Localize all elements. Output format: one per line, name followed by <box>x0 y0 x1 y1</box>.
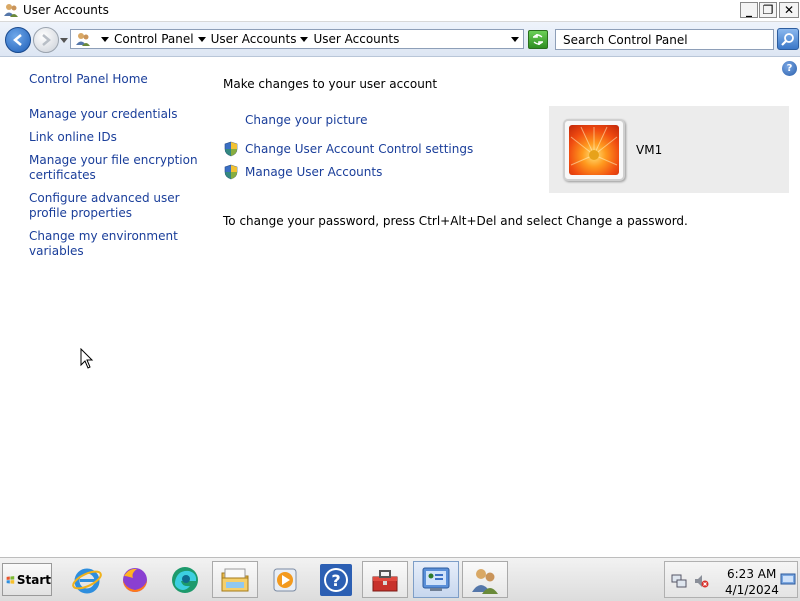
breadcrumb: Control Panel User Accounts User Account… <box>97 32 399 46</box>
sidebar: Control Panel Home Manage your credentia… <box>29 72 204 267</box>
sidebar-item-encryption-certificates[interactable]: Manage your file encryption certificates <box>29 153 204 183</box>
breadcrumb-user-accounts[interactable]: User Accounts <box>211 32 297 46</box>
recent-pages-dropdown[interactable] <box>60 36 68 44</box>
help-support-icon: ? <box>320 563 352 596</box>
clock-time[interactable]: 6:23 AM <box>727 567 776 581</box>
user-account-tile: VM1 <box>549 106 789 193</box>
shield-icon <box>224 141 238 157</box>
svg-text:?: ? <box>331 571 340 590</box>
control-panel-icon <box>76 33 90 46</box>
navigation-bar: Control Panel User Accounts User Account… <box>0 22 800 57</box>
system-tray: 6:23 AM 4/1/2024 <box>664 561 798 598</box>
refresh-icon <box>533 34 543 45</box>
chevron-down-icon[interactable] <box>101 36 109 42</box>
taskbar-firefox[interactable] <box>112 561 158 598</box>
uac-settings-label: Change User Account Control settings <box>245 142 474 156</box>
help-icon: ? <box>786 63 793 74</box>
taskbar-internet-explorer[interactable] <box>64 561 110 598</box>
refresh-button[interactable] <box>528 30 548 49</box>
internet-explorer-icon <box>72 568 102 593</box>
minimize-button[interactable]: _ <box>740 2 758 18</box>
clock-date[interactable]: 4/1/2024 <box>725 583 779 597</box>
taskbar: Start ? 6:23 AM 4/1/2024 <box>0 557 800 601</box>
sidebar-item-link-online-ids[interactable]: Link online IDs <box>29 130 204 145</box>
change-picture-label: Change your picture <box>245 113 368 127</box>
user-name: VM1 <box>636 143 663 157</box>
sidebar-item-advanced-profile[interactable]: Configure advanced user profile properti… <box>29 191 204 221</box>
chevron-down-icon[interactable] <box>197 36 206 42</box>
manage-accounts-link[interactable]: Manage User Accounts <box>223 164 382 180</box>
window-title: User Accounts <box>23 3 109 17</box>
flower-picture-icon <box>569 125 619 175</box>
close-icon: ✕ <box>783 3 795 17</box>
close-button[interactable]: ✕ <box>779 2 799 18</box>
user-accounts-icon <box>4 4 18 17</box>
manage-accounts-label: Manage User Accounts <box>245 165 383 179</box>
control-panel-icon <box>422 567 450 591</box>
mouse-cursor-icon <box>80 348 94 369</box>
address-history-dropdown[interactable] <box>511 37 519 42</box>
network-icon[interactable] <box>671 573 687 589</box>
shield-icon <box>224 164 238 180</box>
page-title: Make changes to your user account <box>223 77 438 91</box>
show-desktop-icon[interactable] <box>780 571 796 587</box>
back-button[interactable] <box>5 27 31 53</box>
maximize-button[interactable]: ❐ <box>759 2 777 18</box>
chevron-down-icon[interactable] <box>300 36 309 42</box>
sidebar-item-environment-variables[interactable]: Change my environment variables <box>29 229 204 259</box>
breadcrumb-control-panel[interactable]: Control Panel <box>114 32 194 46</box>
volume-muted-icon[interactable] <box>693 573 709 589</box>
breadcrumb-user-accounts-current[interactable]: User Accounts <box>313 32 399 46</box>
search-button[interactable] <box>777 28 799 50</box>
address-bar[interactable]: Control Panel User Accounts User Account… <box>70 29 524 49</box>
taskbar-edge[interactable] <box>162 561 208 598</box>
windows-logo-icon <box>6 575 15 584</box>
forward-button[interactable] <box>33 27 59 53</box>
restore-icon: ❐ <box>762 3 774 17</box>
file-explorer-icon <box>221 568 249 591</box>
start-label: Start <box>16 572 51 587</box>
taskbar-control-panel[interactable] <box>413 561 459 598</box>
firefox-icon <box>123 567 147 592</box>
sidebar-item-credentials[interactable]: Manage your credentials <box>29 107 204 122</box>
user-picture[interactable] <box>563 119 625 181</box>
taskbar-media-player[interactable] <box>262 561 308 598</box>
back-arrow-icon <box>13 34 22 46</box>
uac-settings-link[interactable]: Change User Account Control settings <box>223 141 473 157</box>
search-icon <box>781 33 794 46</box>
change-picture-link[interactable]: Change your picture <box>245 113 367 127</box>
search-input[interactable]: Search Control Panel <box>555 29 774 50</box>
taskbar-user-accounts[interactable] <box>462 561 508 598</box>
start-button[interactable]: Start <box>2 563 52 596</box>
password-instructions: To change your password, press Ctrl+Alt+… <box>223 214 688 228</box>
taskbar-toolbox[interactable] <box>362 561 408 598</box>
forward-arrow-icon <box>42 34 51 46</box>
help-button[interactable]: ? <box>782 61 797 76</box>
minimize-icon: _ <box>746 3 752 17</box>
user-accounts-icon <box>472 568 498 594</box>
taskbar-help-support[interactable]: ? <box>313 561 359 598</box>
edge-icon <box>172 566 198 593</box>
title-bar: User Accounts _ ❐ ✕ <box>0 0 800 22</box>
taskbar-file-explorer[interactable] <box>212 561 258 598</box>
toolbox-icon <box>372 569 398 591</box>
media-player-icon <box>273 568 297 591</box>
sidebar-item-control-panel-home[interactable]: Control Panel Home <box>29 72 204 87</box>
